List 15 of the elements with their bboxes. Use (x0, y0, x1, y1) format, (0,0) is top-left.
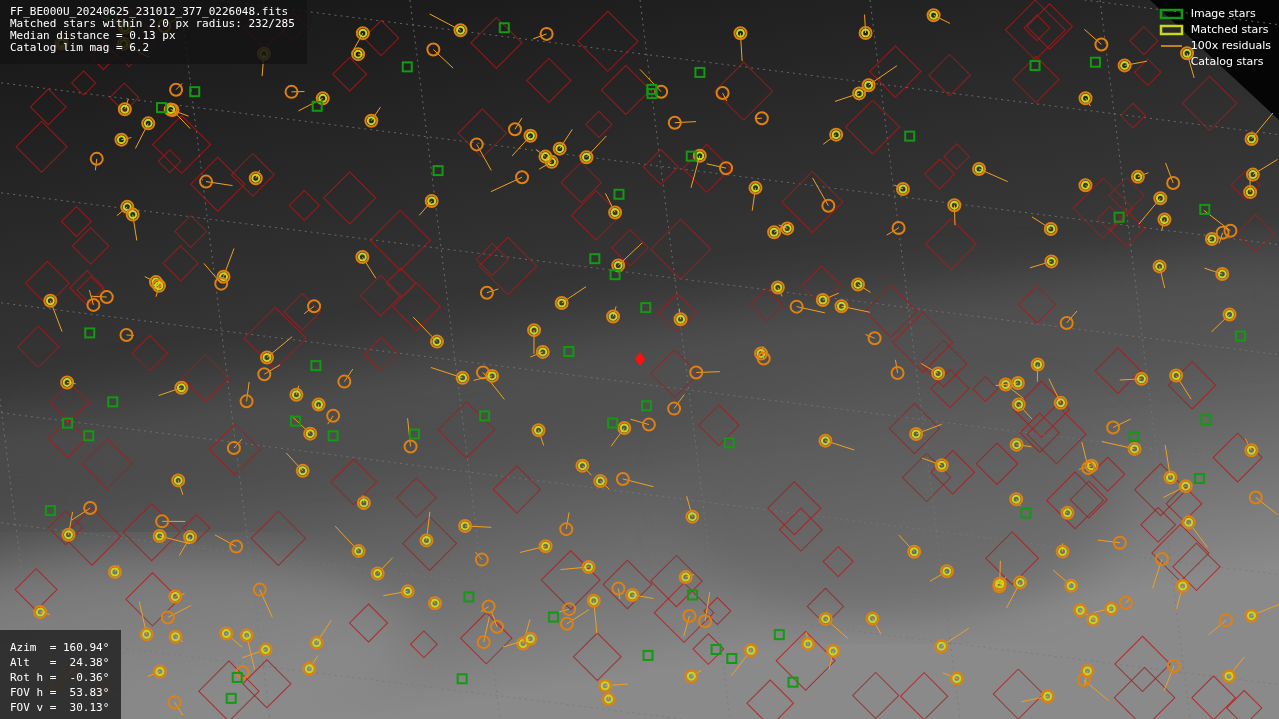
info-text: Matched stars within 2.0 px radius: 232/285 (10, 18, 295, 30)
pointing-text: Alt = 24.38° (10, 655, 110, 670)
pointing-text: FOV v = 30.13° (10, 700, 110, 715)
matched-star-swatch (1158, 23, 1185, 36)
info-text: FF_BE000U_20240625_231012_377_0226048.fits (10, 6, 290, 18)
pointing-text: FOV h = 53.83° (10, 685, 110, 700)
legend-label: 100x residuals (1190, 38, 1271, 53)
info-text: Catalog lim mag = 6.2 (10, 42, 151, 54)
legend-label: Matched stars (1190, 22, 1270, 37)
pointing-text: Rot h = -0.36° (10, 670, 110, 685)
image-star-swatch (1158, 7, 1185, 20)
legend-label: Catalog stars (1190, 54, 1265, 69)
info-text: Median distance = 0.13 px (10, 30, 177, 42)
pointing-text: Azim = 160.94° (10, 640, 110, 655)
legend-label: Image stars (1190, 6, 1257, 21)
